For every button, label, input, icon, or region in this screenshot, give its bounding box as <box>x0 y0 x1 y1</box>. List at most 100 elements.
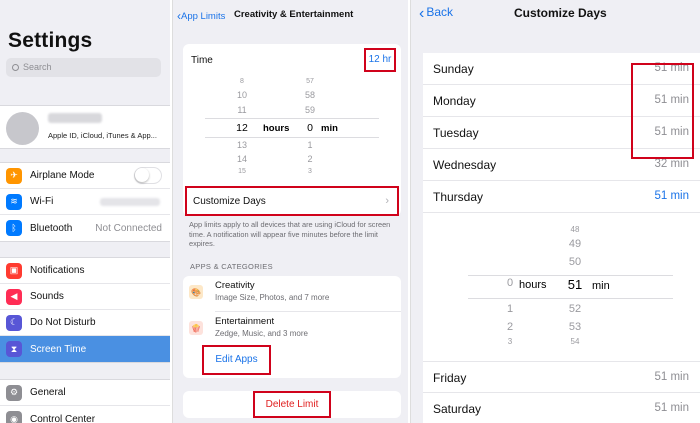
notifications-icon: ▣ <box>6 262 22 279</box>
picker-hour[interactable]: 11 <box>227 105 257 115</box>
page-title: Customize Days <box>514 6 607 20</box>
picker-hour[interactable]: 15 <box>227 168 257 175</box>
wifi-icon: ≋ <box>6 193 22 210</box>
settings-item-label: Airplane Mode <box>30 170 95 181</box>
back-button[interactable]: ‹App Limits <box>177 9 225 23</box>
picker-hours-unit: hours <box>263 123 290 134</box>
settings-item-do-not-disturb[interactable]: ☾ Do Not Disturb <box>0 310 170 336</box>
creativity-icon: 🎨 <box>189 285 203 299</box>
picker-min-unit: min <box>592 280 610 292</box>
settings-item-bluetooth[interactable]: ᛒ Bluetooth Not Connected <box>0 215 170 241</box>
settings-group-general: ⚙ General ◉ Control Center <box>0 379 170 423</box>
picker-minute[interactable]: 49 <box>560 238 590 250</box>
picker-hour[interactable]: 2 <box>495 321 525 333</box>
apps-categories-card: 🎨 Creativity Image Size, Photos, and 7 m… <box>183 276 401 378</box>
entertainment-icon: 🍿 <box>189 321 203 335</box>
settings-item-label: Wi-Fi <box>30 196 54 207</box>
gear-icon: ⚙ <box>6 384 22 401</box>
airplane-icon: ✈ <box>6 167 22 184</box>
delete-limit-card: Delete Limit <box>183 391 401 418</box>
settings-item-notifications[interactable]: ▣ Notifications <box>0 258 170 284</box>
customize-days-row[interactable]: Customize Days › <box>185 186 399 216</box>
back-label: App Limits <box>181 11 226 22</box>
picker-minute[interactable]: 57 <box>295 78 325 85</box>
picker-hour[interactable]: 13 <box>227 140 257 150</box>
day-row-saturday[interactable]: Saturday 51 min <box>423 393 700 423</box>
settings-item-label: Control Center <box>30 413 96 423</box>
day-name: Saturday <box>433 402 482 416</box>
settings-item-wifi[interactable]: ≋ Wi-Fi <box>0 189 170 215</box>
day-name: Friday <box>433 371 467 385</box>
picker-minute[interactable]: 1 <box>295 140 325 150</box>
settings-item-label: Sounds <box>30 291 64 302</box>
chevron-left-icon: ‹ <box>419 5 425 22</box>
picker-min-unit: min <box>321 123 338 134</box>
profile-name-redacted <box>48 113 102 123</box>
picker-hour[interactable]: 8 <box>227 78 257 85</box>
day-name: Monday <box>433 94 476 108</box>
sounds-icon: ◀ <box>6 288 22 305</box>
day-name: Tuesday <box>433 126 479 140</box>
picker-hour[interactable]: 3 <box>495 337 525 346</box>
picker-hour[interactable]: 14 <box>227 154 257 164</box>
picker-minute[interactable]: 53 <box>560 321 590 333</box>
app-name: Creativity <box>215 280 255 291</box>
day-name: Thursday <box>433 190 484 204</box>
day-name: Wednesday <box>433 158 497 172</box>
app-limits-note: App limits apply to all devices that are… <box>189 220 391 249</box>
time-card: Time 12 hr 8 10 11 12 13 14 15 hours 57 … <box>183 44 401 216</box>
section-header: APPS & CATEGORIES <box>190 262 273 271</box>
settings-item-label: Bluetooth <box>30 222 73 234</box>
time-value[interactable]: 12 hr <box>364 48 396 72</box>
picker-minute[interactable]: 3 <box>295 168 325 175</box>
settings-item-label: Screen Time <box>30 343 87 355</box>
picker-minute[interactable]: 59 <box>295 105 325 115</box>
chevron-right-icon: › <box>385 195 389 207</box>
settings-item-control-center[interactable]: ◉ Control Center <box>0 406 170 423</box>
time-picker[interactable]: 8 10 11 12 13 14 15 hours 57 58 59 0 1 2… <box>183 76 401 190</box>
picker-minute-selected[interactable]: 51 <box>560 277 590 292</box>
page-title: Creativity & Entertainment <box>234 9 354 20</box>
settings-item-sounds[interactable]: ◀ Sounds <box>0 284 170 310</box>
picker-hour[interactable]: 10 <box>227 90 257 100</box>
picker-hour-selected[interactable]: 12 <box>227 122 257 134</box>
settings-item-label: General <box>30 387 66 398</box>
divider <box>215 311 401 312</box>
day-limit-active: 51 min <box>654 190 689 202</box>
picker-minute[interactable]: 54 <box>560 337 590 346</box>
app-detail: Zedge, Music, and 3 more <box>215 329 308 338</box>
settings-item-label: Do Not Disturb <box>30 317 96 328</box>
picker-minute[interactable]: 50 <box>560 256 590 268</box>
back-button[interactable]: ‹ Back <box>419 5 453 23</box>
nav-bar: ‹App Limits Creativity & Entertainment <box>173 0 408 30</box>
settings-item-airplane-mode[interactable]: ✈ Airplane Mode <box>0 163 170 189</box>
day-row-thursday[interactable]: Thursday 51 min <box>423 181 700 213</box>
picker-minute[interactable]: 2 <box>295 154 325 164</box>
picker-hours-unit: hours <box>519 279 547 291</box>
profile-subtitle: Apple ID, iCloud, iTunes & App... <box>48 131 157 140</box>
hourglass-icon: ⧗ <box>6 341 22 357</box>
settings-item-screen-time[interactable]: ⧗ Screen Time <box>0 336 170 362</box>
bluetooth-status: Not Connected <box>95 222 162 234</box>
settings-item-general[interactable]: ⚙ General <box>0 380 170 406</box>
picker-minute[interactable]: 58 <box>295 90 325 100</box>
search-icon <box>12 64 19 71</box>
edit-apps-button[interactable]: Edit Apps <box>202 345 271 375</box>
picker-minute[interactable]: 48 <box>560 225 590 234</box>
day-name: Sunday <box>433 62 474 76</box>
highlight-box <box>631 63 694 159</box>
search-placeholder: Search <box>23 62 52 72</box>
wifi-network-redacted <box>100 197 160 206</box>
day-row-friday[interactable]: Friday 51 min <box>423 361 700 393</box>
back-label: Back <box>426 5 454 19</box>
airplane-mode-toggle[interactable] <box>134 167 162 184</box>
control-center-icon: ◉ <box>6 411 22 423</box>
search-input[interactable]: Search <box>6 58 161 77</box>
settings-sidebar: Settings Search Apple ID, iCloud, iTunes… <box>0 0 170 423</box>
picker-hour[interactable]: 1 <box>495 303 525 315</box>
apple-id-profile[interactable]: Apple ID, iCloud, iTunes & App... <box>0 105 170 149</box>
picker-minute[interactable]: 52 <box>560 303 590 315</box>
customize-days-panel: ‹ Back Customize Days Sunday 51 min Monda… <box>410 0 700 423</box>
delete-limit-button[interactable]: Delete Limit <box>253 391 331 418</box>
settings-group-connectivity: ✈ Airplane Mode ≋ Wi-Fi ᛒ Bluetooth Not … <box>0 162 170 242</box>
